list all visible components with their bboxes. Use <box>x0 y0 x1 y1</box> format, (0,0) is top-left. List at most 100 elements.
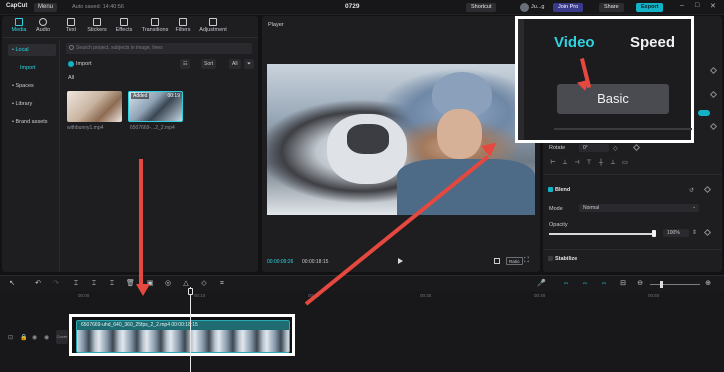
tab-audio[interactable]: Audio <box>28 18 58 33</box>
mode-select[interactable]: Normal <box>579 204 699 212</box>
sidebar-item-spaces[interactable]: • Spaces <box>8 80 56 92</box>
zoom-in-icon[interactable]: ⊕ <box>704 280 712 288</box>
align-row: ⊢ ⊥ ⊣ ⊤ ┼ ⊥ ▭ <box>547 159 631 166</box>
effects-icon <box>120 18 128 26</box>
adjustment-icon <box>209 18 217 26</box>
ruler-tick: 00:40 <box>534 293 546 298</box>
menu-button[interactable]: Menu <box>34 3 58 12</box>
align-bottom-icon[interactable]: ⊥ <box>607 159 619 166</box>
play-icon[interactable] <box>398 258 403 264</box>
rotate-reset-icon[interactable]: ◇ <box>613 145 618 152</box>
stepper-icon[interactable]: ⇕ <box>692 229 697 236</box>
link-icon[interactable]: ⇔ <box>562 280 570 288</box>
tab-transitions[interactable]: Transitions <box>138 18 172 33</box>
tab-effects[interactable]: Effects <box>109 18 139 33</box>
magnet-icon[interactable]: ⇔ <box>581 280 589 288</box>
redo-icon[interactable]: ↷ <box>52 280 60 288</box>
media-thumbnail[interactable]: Added 00:19 <box>128 91 183 122</box>
avatar[interactable] <box>520 3 529 12</box>
zoom-slider-handle[interactable] <box>660 281 663 288</box>
align-left-icon[interactable]: ⊢ <box>547 159 559 166</box>
blend-checkbox[interactable] <box>548 187 553 193</box>
keyframe-diamond-icon[interactable] <box>703 228 712 237</box>
align-middle-icon[interactable]: ┼ <box>595 160 607 166</box>
align-right-icon[interactable]: ⊣ <box>571 159 583 166</box>
align-fit-icon[interactable]: ▭ <box>619 159 631 166</box>
close-icon[interactable]: ✕ <box>710 2 716 10</box>
sidebar-item-import[interactable]: Import <box>8 62 56 74</box>
minimize-icon[interactable]: – <box>680 2 684 9</box>
ruler-tick: 00:30 <box>420 293 432 298</box>
crop-icon[interactable] <box>494 258 500 264</box>
crop-icon[interactable]: ⌗ <box>218 280 226 288</box>
tab-adjustment[interactable]: Adjustment <box>196 18 230 33</box>
sidebar-item-local[interactable]: • Local <box>8 44 56 56</box>
playhead[interactable] <box>190 287 191 372</box>
track-audio-icon[interactable]: ◉ <box>44 334 49 341</box>
filter-all-button[interactable]: All <box>229 59 241 69</box>
title-bar: CapCut Menu Auto saved: 14:40:56 0729 Sh… <box>0 0 724 15</box>
opacity-field[interactable]: 100% <box>663 229 689 237</box>
clip-label: 6507669-uhd_640_360_25fps_2_2.mp4 00:00:… <box>81 322 198 328</box>
reset-icon[interactable]: ↺ <box>689 187 694 194</box>
keyframe-diamond-icon[interactable] <box>632 143 641 152</box>
join-pro-button[interactable]: Join Pro <box>553 3 584 12</box>
maximize-icon[interactable]: □ <box>695 2 699 9</box>
import-button[interactable]: Import <box>66 59 102 69</box>
split-right-icon[interactable]: ⌶ <box>108 280 116 288</box>
sidebar-item-brand-assets[interactable]: • Brand assets <box>8 116 56 128</box>
video-clip[interactable]: 6507669-uhd_640_360_25fps_2_2.mp4 00:00:… <box>76 320 290 353</box>
rotate-icon[interactable]: ◇ <box>200 280 208 288</box>
share-button[interactable]: Share <box>599 3 624 12</box>
zoom-slider[interactable] <box>650 284 700 285</box>
tab-stickers[interactable]: Stickers <box>82 18 112 33</box>
ratio-button[interactable]: Ratio <box>506 257 523 265</box>
snap-icon[interactable]: ⇔ <box>600 280 608 288</box>
stabilize-checkbox[interactable] <box>548 256 553 262</box>
reverse-icon[interactable]: ◎ <box>164 280 172 288</box>
keyframe-diamond-icon[interactable] <box>709 122 718 131</box>
mirror-icon[interactable]: △ <box>182 280 190 288</box>
project-title[interactable]: 0729 <box>345 3 359 10</box>
stabilize-header[interactable]: Stabilize <box>548 256 577 262</box>
opacity-slider-handle[interactable] <box>652 230 656 237</box>
cover-button[interactable]: Cover <box>56 330 68 344</box>
toggle-switch[interactable] <box>698 110 710 116</box>
user-name[interactable]: Ju...g <box>531 4 544 10</box>
delete-icon[interactable]: 🗑 <box>126 280 135 288</box>
opacity-slider[interactable] <box>549 233 654 235</box>
all-heading: All <box>68 75 75 81</box>
media-thumbnail[interactable] <box>67 91 122 122</box>
rotate-field[interactable]: 0° <box>579 144 609 152</box>
undo-icon[interactable]: ↶ <box>34 280 42 288</box>
track-visibility-icon[interactable]: ◉ <box>32 334 37 341</box>
tab-video[interactable]: Video <box>554 34 595 51</box>
blend-header[interactable]: Blend <box>548 187 570 193</box>
tab-speed[interactable]: Speed <box>630 34 675 51</box>
select-icon[interactable]: ↖ <box>8 280 16 288</box>
export-button[interactable]: Export <box>636 3 664 12</box>
basic-button[interactable]: Basic <box>557 84 669 114</box>
tab-filters[interactable]: Filters <box>168 18 198 33</box>
keyframe-diamond-icon[interactable] <box>709 90 718 99</box>
video-preview[interactable] <box>267 64 535 215</box>
keyframe-diamond-icon[interactable] <box>709 66 718 75</box>
split-icon[interactable]: ⌶ <box>72 280 80 288</box>
microphone-icon[interactable]: 🎤 <box>537 280 546 288</box>
track-lock-icon[interactable]: ⊡ <box>8 334 13 341</box>
split-left-icon[interactable]: ⌶ <box>90 280 98 288</box>
preview-axis-icon[interactable]: ⊟ <box>619 280 627 288</box>
playhead-handle[interactable] <box>188 288 193 295</box>
filter-icon[interactable]: ⏷ <box>244 59 255 69</box>
align-center-icon[interactable]: ⊥ <box>559 159 571 166</box>
sidebar-item-library[interactable]: • Library <box>8 98 56 110</box>
fullscreen-icon[interactable]: ⛶ <box>524 257 529 265</box>
shortcut-button[interactable]: Shortcut <box>466 3 497 12</box>
search-input[interactable]: Search project, subjects in image, lines <box>66 43 252 54</box>
zoom-out-icon[interactable]: ⊖ <box>636 280 644 288</box>
align-top-icon[interactable]: ⊤ <box>583 159 595 166</box>
view-toggle-icon[interactable]: ☷ <box>180 59 191 69</box>
keyframe-diamond-icon[interactable] <box>703 185 712 194</box>
sort-button[interactable]: Sort <box>201 59 217 69</box>
track-lock-icon[interactable]: 🔒 <box>20 334 27 341</box>
